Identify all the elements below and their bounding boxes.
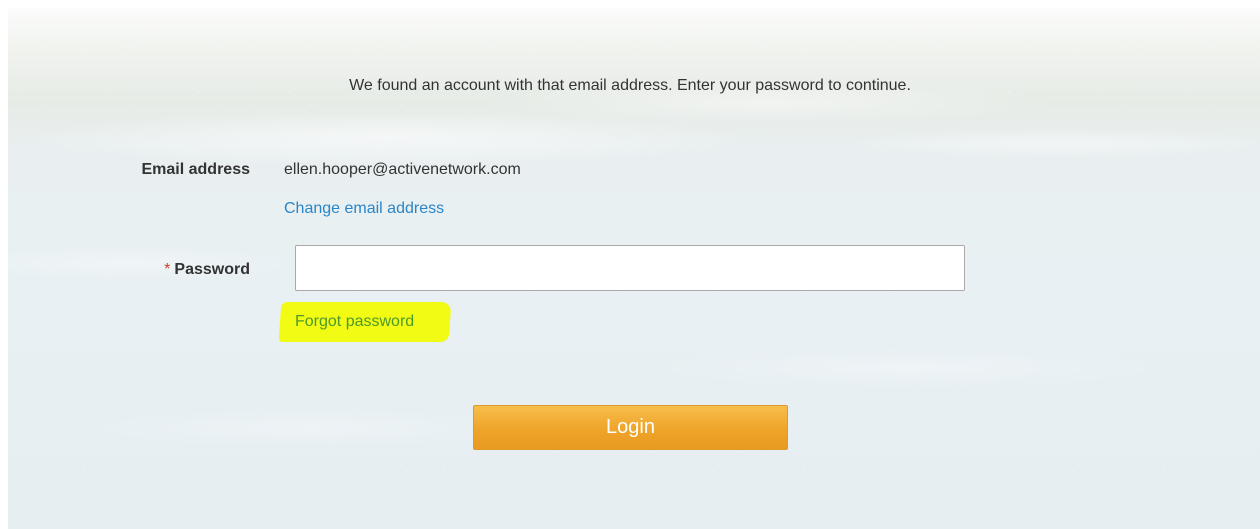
login-form: We found an account with that email addr… (0, 0, 1260, 529)
intro-message: We found an account with that email addr… (349, 77, 911, 94)
password-label-row: * Password (60, 260, 250, 280)
password-label: Password (174, 261, 250, 278)
forgot-password-link[interactable]: Forgot password (295, 312, 414, 332)
email-value: ellen.hooper@activenetwork.com (284, 161, 521, 178)
login-button[interactable]: Login (473, 405, 788, 450)
email-label: Email address (141, 161, 251, 178)
password-input[interactable] (295, 245, 965, 291)
change-email-link[interactable]: Change email address (284, 199, 444, 219)
required-marker: * (164, 261, 171, 278)
